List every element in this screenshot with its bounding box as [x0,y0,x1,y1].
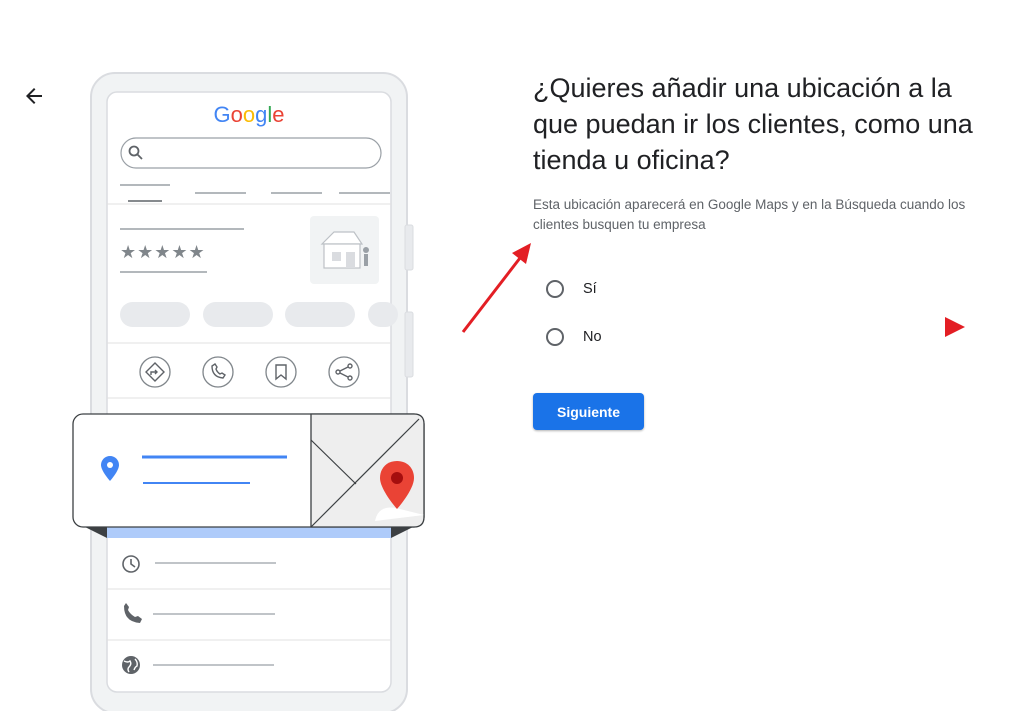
radio-no[interactable] [546,328,564,346]
annotation-pointer-icon [945,317,965,337]
rating-stars: ★★★★★ [120,242,206,263]
annotation-arrowhead [512,243,531,264]
bookmark-icon [265,356,297,388]
option-yes[interactable]: Sí [546,276,597,302]
logo-letter: e [272,102,284,127]
annotation-arrow [461,257,522,333]
page-title: ¿Quieres añadir una ubicación a la que p… [533,73,973,175]
logo-letter: g [255,102,267,127]
option-no[interactable]: No [546,324,602,350]
logo-letter: o [231,102,243,127]
option-yes-label: Sí [583,281,597,297]
option-no-label: No [583,329,602,345]
business-profile-illustration: Google ★★★★★ [72,72,425,711]
share-icon [328,356,360,388]
logo-letter: G [213,102,230,127]
phone-screen [106,91,392,693]
page-subtitle: Esta ubicación aparecerá en Google Maps … [533,197,966,232]
radio-yes[interactable] [546,280,564,298]
globe-icon [122,656,140,674]
search-bar [120,137,382,169]
google-logo: Google [213,102,284,127]
logo-letter: o [243,102,255,127]
next-button[interactable]: Siguiente [533,393,644,430]
